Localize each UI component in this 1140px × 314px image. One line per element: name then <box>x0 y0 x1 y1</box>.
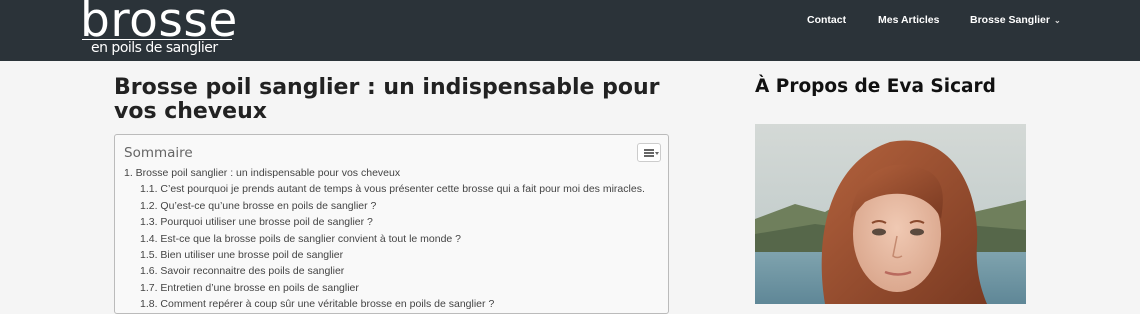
toc-item[interactable]: 1.5. Bien utiliser une brosse poil de sa… <box>124 247 645 263</box>
toc-item[interactable]: 1.1. C’est pourquoi je prends autant de … <box>124 181 645 197</box>
toc-item[interactable]: 1.3. Pourquoi utiliser une brosse poil d… <box>124 214 645 230</box>
chevron-down-icon: ⌄ <box>1053 16 1061 25</box>
nav-item-brosse-sanglier-label: Brosse Sanglier <box>970 14 1050 26</box>
toc-item[interactable]: 1.7. Entretien d’une brosse en poils de … <box>124 280 645 296</box>
toc-item[interactable]: 1. Brosse poil sanglier : un indispensab… <box>124 165 645 181</box>
logo-sub-text: en poils de sanglier <box>91 40 218 56</box>
toc-list: 1. Brosse poil sanglier : un indispensab… <box>124 165 645 313</box>
site-logo[interactable]: brosse en poils de sanglier <box>80 0 237 61</box>
nav-item-contact[interactable]: Contact <box>807 14 846 26</box>
nav-item-mes-articles[interactable]: Mes Articles <box>878 14 939 26</box>
site-header: brosse en poils de sanglier Contact Mes … <box>0 0 1140 61</box>
table-of-contents: Sommaire 1. Brosse poil sanglier : un in… <box>114 134 669 314</box>
toc-item[interactable]: 1.6. Savoir reconnaitre des poils de san… <box>124 263 645 279</box>
toc-item[interactable]: 1.2. Qu’est-ce qu’une brosse en poils de… <box>124 198 645 214</box>
toc-toggle-button[interactable] <box>637 143 661 162</box>
author-photo <box>755 124 1026 304</box>
nav-item-brosse-sanglier[interactable]: Brosse Sanglier ⌄ <box>970 14 1061 26</box>
article-title: Brosse poil sanglier : un indispensable … <box>114 75 660 124</box>
toc-title: Sommaire <box>124 145 193 161</box>
toc-item[interactable]: 1.8. Comment repérer à coup sûr une véri… <box>124 296 645 312</box>
toc-item[interactable]: 1.4. Est-ce que la brosse poils de sangl… <box>124 231 645 247</box>
sidebar-about-title: À Propos de Eva Sicard <box>755 76 996 97</box>
